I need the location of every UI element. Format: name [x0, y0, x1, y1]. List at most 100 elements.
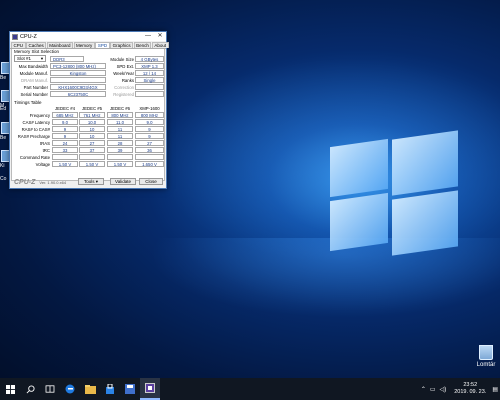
chevron-down-icon: ▼	[40, 56, 44, 61]
timings-col-header: JEDEC #5	[81, 106, 103, 111]
title-bar[interactable]: CPU-Z — ✕	[10, 32, 166, 41]
cpuz-brand-logo: CPU-Z	[14, 178, 36, 186]
search-icon[interactable]	[20, 378, 40, 400]
module-manuf-label: Module Manuf.	[19, 71, 48, 76]
timing-cell: 39	[107, 147, 133, 153]
timing-cell: 28	[107, 140, 133, 146]
timing-cell: 9.0	[135, 119, 164, 125]
chevron-down-icon: ▾	[95, 179, 99, 184]
timing-cell	[107, 154, 133, 160]
timing-cell: 1.650 V	[135, 161, 164, 167]
edge-icon[interactable]	[60, 378, 80, 400]
timing-cell: 10.0	[79, 119, 105, 125]
version-label: Ver. 1.90.0.x64	[39, 179, 67, 185]
timing-cell: 33	[52, 147, 78, 153]
recycle-bin[interactable]: Lomtár	[474, 345, 498, 368]
clock[interactable]: 23:52 2019. 09. 23.	[454, 382, 486, 396]
tab-bar: CPU Caches Mainboard Memory SPD Graphics…	[10, 41, 169, 49]
spd-ext-label: SPD Ext.	[116, 64, 134, 69]
system-tray: ⌃ ▭ ◁) 23:52 2019. 09. 23. ▤	[419, 378, 500, 400]
timing-cell: 800 MHz	[107, 112, 133, 118]
timings-col-header: XMP-1600	[139, 106, 160, 111]
tools-button[interactable]: Tools ▾	[78, 178, 104, 185]
cpuz-icon[interactable]	[140, 378, 160, 400]
timings-section-title: Timings Table	[14, 100, 42, 105]
ranks-field: Single	[135, 77, 164, 83]
timing-cell: 9	[52, 126, 78, 132]
timing-row-label: CAS# Latency	[22, 120, 50, 125]
dram-manuf-label: DRAM Manuf.	[21, 78, 48, 83]
tab-bench[interactable]: Bench	[133, 42, 152, 48]
timing-cell: 9.0	[52, 119, 78, 125]
timing-cell: 11.0	[107, 119, 133, 125]
timing-row-label: Voltage	[35, 162, 50, 167]
validate-button[interactable]: Validate	[110, 178, 136, 185]
slot-select[interactable]: Slot #1 ▼	[14, 55, 46, 62]
correction-field	[135, 84, 164, 90]
timing-cell: 9	[52, 133, 78, 139]
cpuz-window: CPU-Z — ✕ CPU Caches Mainboard Memory SP…	[9, 31, 169, 189]
memory-slot-section-title: Memory Slot Selection	[14, 49, 60, 54]
timings-col-header: JEDEC #4	[54, 106, 76, 111]
timing-cell	[52, 154, 78, 160]
timings-col-header: JEDEC #6	[109, 106, 131, 111]
timing-cell: 10	[79, 126, 105, 132]
chevron-up-icon[interactable]: ⌃	[421, 386, 426, 393]
timing-cell: 9	[135, 126, 164, 132]
explorer-icon[interactable]	[80, 378, 100, 400]
tab-memory[interactable]: Memory	[73, 42, 95, 48]
timing-cell	[135, 154, 164, 160]
timing-cell: 1.50 V	[52, 161, 78, 167]
taskbar: ⌃ ▭ ◁) 23:52 2019. 09. 23. ▤	[0, 378, 500, 400]
timing-cell	[79, 154, 105, 160]
windows-start-icon[interactable]	[0, 378, 20, 400]
max-bandwidth-label: Max Bandwidth	[18, 64, 48, 69]
recycle-bin-icon	[479, 345, 493, 360]
serial-number-label: Serial Number	[20, 92, 48, 97]
windows-logo-wallpaper	[330, 130, 460, 256]
tab-about[interactable]: About	[151, 42, 169, 48]
max-bandwidth-field: PC3-12800 (800 MHz)	[50, 63, 106, 69]
module-manuf-field: Kingston	[50, 70, 106, 76]
week-year-label: Week/Year	[113, 71, 134, 76]
part-number-field: KHX1600C9D3/4GX	[50, 84, 106, 90]
volume-icon[interactable]: ◁)	[440, 386, 447, 393]
timing-cell: 37	[79, 147, 105, 153]
desktop: Be M Ed Be Ki Co Lomtár CPU-Z — ✕ CPU Ca…	[0, 0, 500, 378]
clock-date: 2019. 09. 23.	[454, 389, 487, 395]
window-title: CPU-Z	[20, 33, 37, 40]
timing-cell: 24	[52, 140, 78, 146]
tab-spd[interactable]: SPD	[95, 42, 110, 48]
store-icon[interactable]	[100, 378, 120, 400]
timing-cell: 27	[135, 140, 164, 146]
cpuz-app-icon	[12, 33, 18, 40]
week-year-field: 12 / 14	[135, 70, 164, 76]
task-view-icon[interactable]	[40, 378, 60, 400]
timing-cell: 761 MHz	[79, 112, 105, 118]
close-window-button[interactable]: Close	[139, 178, 163, 185]
registered-field	[135, 91, 164, 97]
recycle-bin-label: Lomtár	[476, 362, 496, 368]
notifications-icon[interactable]: ▤	[492, 386, 498, 393]
save-app-icon[interactable]	[120, 378, 140, 400]
ranks-label: Ranks	[121, 78, 134, 83]
bottom-bar: CPU-Z Ver. 1.90.0.x64 Tools ▾ Validate C…	[10, 176, 164, 188]
tab-graphics[interactable]: Graphics	[110, 42, 134, 48]
module-size-field: 4 GBytes	[135, 56, 164, 62]
registered-label: Registered	[113, 92, 134, 97]
spd-ext-field: XMP 1.3	[135, 63, 164, 69]
correction-label: Correction	[114, 85, 134, 90]
tab-cpu[interactable]: CPU	[11, 42, 26, 48]
minimize-button[interactable]: —	[142, 32, 154, 41]
tab-caches[interactable]: Caches	[26, 42, 47, 48]
network-icon[interactable]: ▭	[430, 386, 436, 393]
timing-row-label: tRC	[42, 148, 50, 153]
memory-type-field: DDR3	[50, 56, 84, 62]
timing-row-label: RAS# Precharge	[17, 134, 50, 139]
timing-cell: 1.50 V	[79, 161, 105, 167]
timing-cell: 36	[135, 147, 164, 153]
timing-row-label: tRAS	[39, 141, 50, 146]
clock-time: 23:52	[463, 382, 478, 388]
close-button[interactable]: ✕	[154, 32, 166, 41]
tab-mainboard[interactable]: Mainboard	[46, 42, 74, 48]
